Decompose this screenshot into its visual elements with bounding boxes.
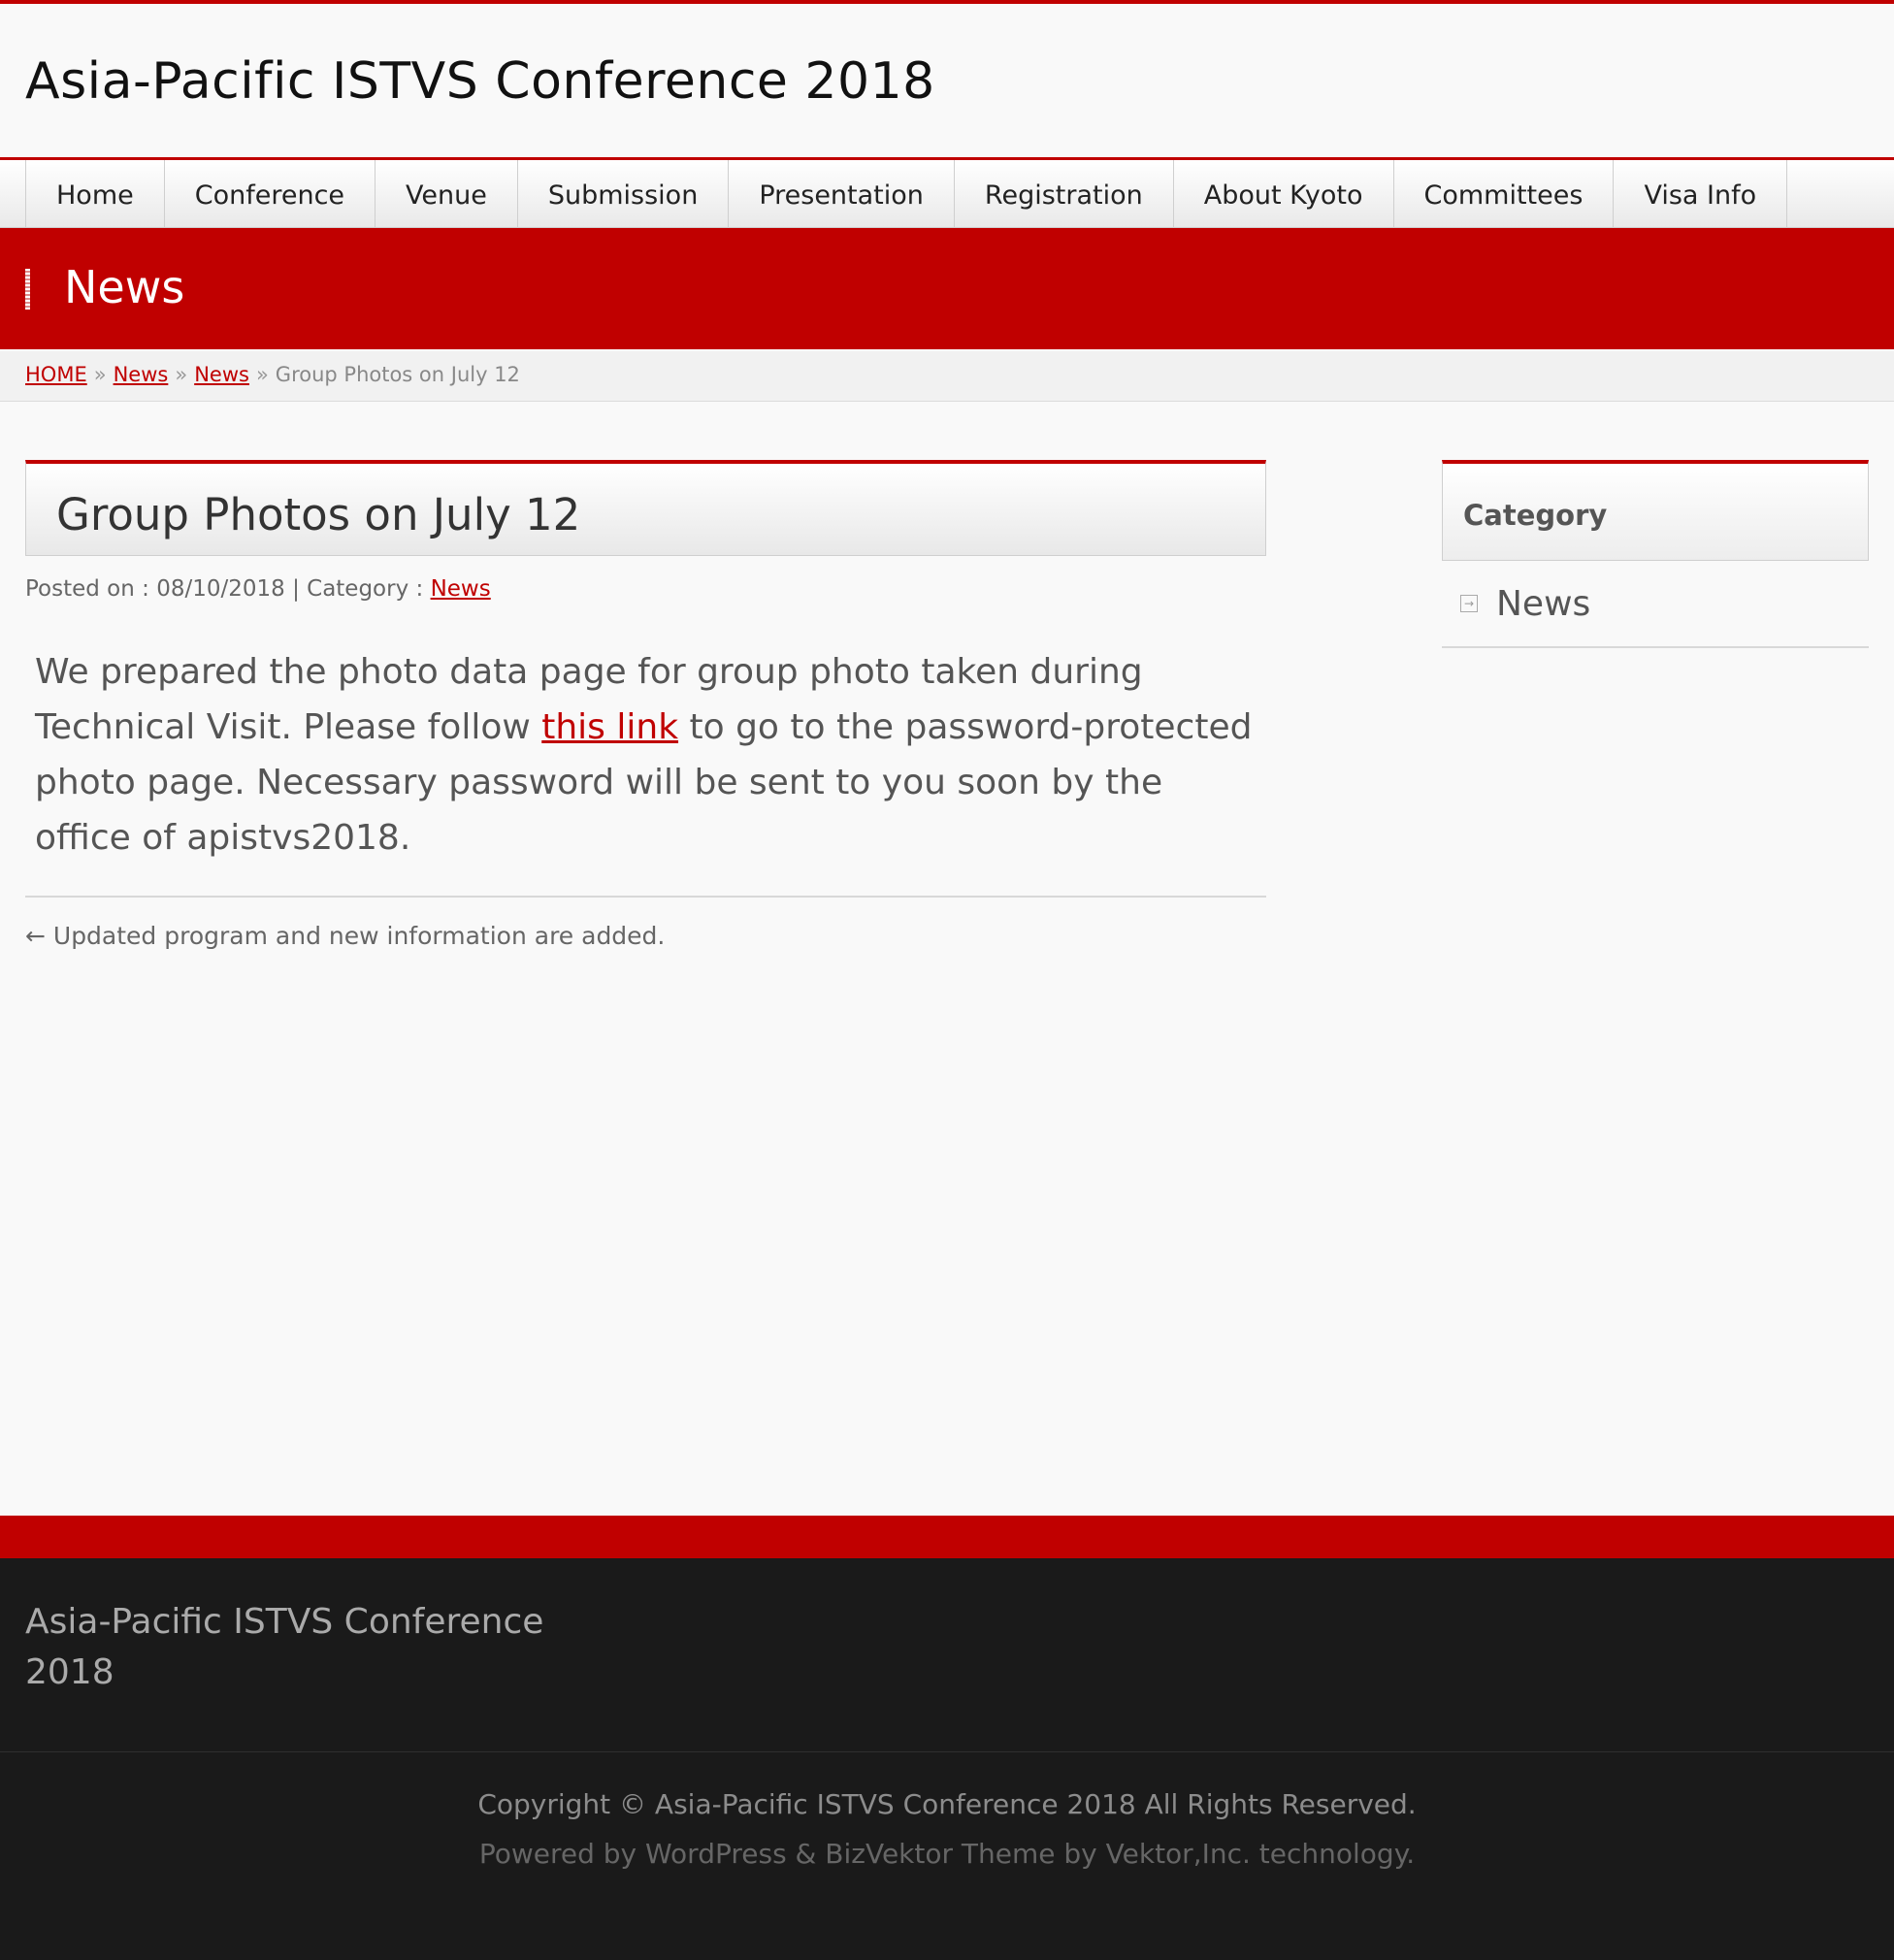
photo-page-link[interactable]: this link	[541, 707, 678, 747]
footer-site-name[interactable]: Asia-Pacific ISTVS Conference 2018	[25, 1597, 607, 1698]
nav-item-committees[interactable]: Committees	[1392, 160, 1614, 228]
breadcrumb-news-link[interactable]: News	[114, 363, 169, 386]
nav-item-submission[interactable]: Submission	[516, 160, 728, 228]
sidebar-category-heading: Category	[1442, 460, 1869, 561]
sidebar-item-label[interactable]: News	[1496, 584, 1590, 624]
post-title: Group Photos on July 12	[56, 489, 581, 540]
post-title-box: Group Photos on July 12	[25, 460, 1266, 556]
sidebar-heading-label: Category	[1463, 499, 1608, 532]
arrow-box-icon: →	[1460, 595, 1478, 612]
previous-post-link[interactable]: ← Updated program and new information ar…	[25, 922, 665, 950]
banner-stripe-mark	[25, 269, 30, 310]
nav-item-about-kyoto[interactable]: About Kyoto	[1172, 160, 1393, 228]
site-title[interactable]: Asia-Pacific ISTVS Conference 2018	[25, 52, 935, 111]
breadcrumb-news-category-link[interactable]: News	[194, 363, 249, 386]
nav-item-venue[interactable]: Venue	[375, 160, 517, 228]
footer-divider	[0, 1751, 1894, 1752]
post-divider	[25, 896, 1266, 898]
sidebar-item-news[interactable]: → News	[1442, 561, 1869, 648]
breadcrumb: HOME » News » News » Group Photos on July 12	[0, 351, 1894, 402]
nav-item-visa-info[interactable]: Visa Info	[1613, 160, 1788, 228]
breadcrumb-home-link[interactable]: HOME	[25, 363, 87, 386]
breadcrumb-separator: »	[93, 363, 107, 386]
post-body: We prepared the photo data page for grou…	[35, 644, 1262, 866]
breadcrumb-separator: »	[175, 363, 188, 386]
top-accent-bar	[0, 0, 1894, 4]
post-meta: Posted on : 08/10/2018 | Category : News	[25, 576, 491, 602]
nav-item-presentation[interactable]: Presentation	[728, 160, 954, 228]
nav-item-conference[interactable]: Conference	[163, 160, 375, 228]
global-nav: Home Conference Venue Submission Present…	[0, 157, 1894, 228]
post-category-link[interactable]: News	[431, 576, 491, 602]
post-meta-text: Posted on : 08/10/2018 | Category :	[25, 576, 431, 602]
breadcrumb-separator: »	[255, 363, 269, 386]
nav-item-registration[interactable]: Registration	[953, 160, 1173, 228]
footer-accent-bar	[0, 1516, 1894, 1558]
section-title: News	[64, 261, 185, 313]
nav-item-home[interactable]: Home	[25, 160, 164, 228]
footer-copyright: Copyright © Asia-Pacific ISTVS Conferenc…	[477, 1788, 1417, 1820]
section-banner: News	[0, 228, 1894, 349]
breadcrumb-current: Group Photos on July 12	[275, 363, 520, 386]
footer-powered-by[interactable]: Powered by WordPress & BizVektor Theme b…	[0, 1838, 1894, 1870]
